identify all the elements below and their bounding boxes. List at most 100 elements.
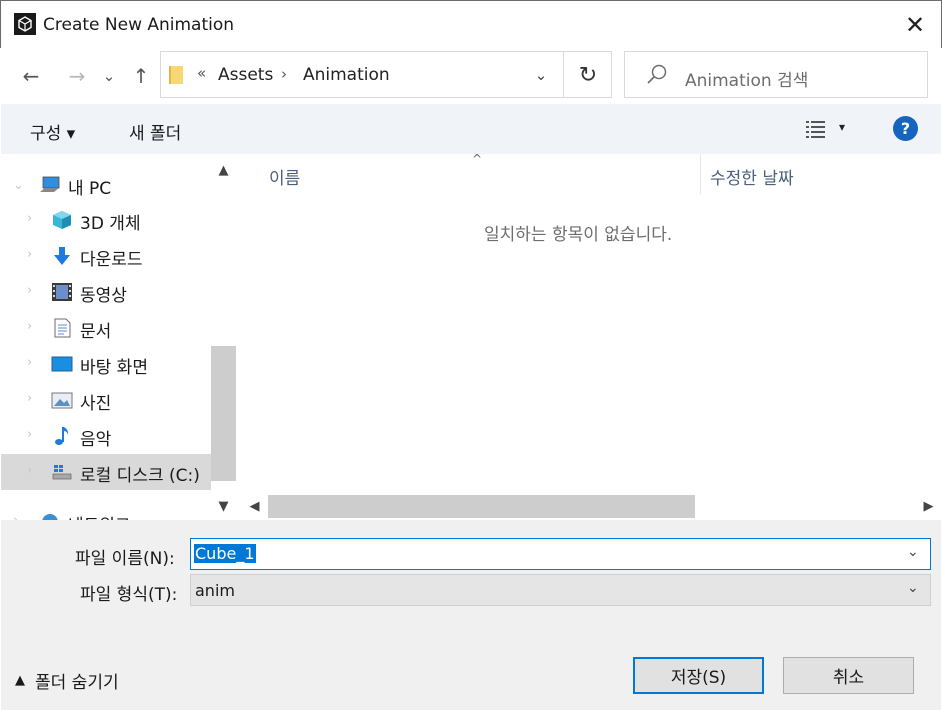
help-icon[interactable]: ? — [893, 116, 918, 141]
breadcrumb-separator-icon[interactable]: › — [281, 65, 287, 83]
network-icon — [42, 514, 58, 520]
music-icon — [55, 427, 69, 445]
sidebar-item-label: 음악 — [80, 430, 112, 450]
vertical-scrollbar[interactable]: ▲ ▼ — [211, 154, 236, 520]
file-list[interactable]: ^ 이름 수정한 날짜 일치하는 항목이 없습니다. ◀ ▶ — [236, 152, 941, 520]
sidebar-item-videos[interactable]: › 동영상 — [1, 274, 211, 310]
filetype-label: 파일 형식(T): — [80, 585, 178, 605]
divider — [563, 52, 564, 97]
scroll-left-icon[interactable]: ◀ — [242, 494, 267, 519]
navigation-pane: ⌄ 내 PC › 3D 개체 › 다운로드 › 동영상 › 문서 › 바탕 화면… — [1, 154, 236, 520]
breadcrumb-assets[interactable]: Assets — [218, 65, 273, 85]
title-bar: Create New Animation ✕ — [0, 0, 942, 48]
expand-chevron-icon[interactable]: › — [27, 463, 32, 478]
search-placeholder[interactable]: Animation 검색 — [685, 66, 808, 91]
sidebar-item-3d-objects[interactable]: › 3D 개체 — [1, 202, 211, 238]
horizontal-scrollbar[interactable]: ◀ ▶ — [242, 494, 941, 519]
address-dropdown-button[interactable]: ⌄ — [525, 58, 557, 92]
forward-arrow-icon: → — [68, 64, 86, 88]
sidebar-item-label: 내 PC — [68, 179, 112, 199]
sidebar-item-local-disk[interactable]: › 로컬 디스크 (C:) — [1, 454, 211, 490]
scroll-right-icon[interactable]: ▶ — [916, 494, 941, 519]
expand-chevron-icon[interactable]: › — [27, 211, 32, 226]
back-button[interactable]: ← — [16, 60, 46, 92]
column-divider[interactable] — [700, 154, 701, 194]
save-button[interactable]: 저장(S) — [633, 657, 764, 694]
expand-chevron-icon[interactable]: › — [27, 247, 32, 262]
pictures-icon — [51, 392, 73, 409]
expand-chevron-icon[interactable]: › — [13, 513, 18, 520]
chevron-down-icon[interactable]: ⌄ — [907, 580, 919, 596]
close-button[interactable]: ✕ — [896, 9, 934, 41]
document-icon — [54, 318, 71, 338]
view-details-icon[interactable] — [804, 118, 828, 140]
column-header-name[interactable]: 이름 — [269, 164, 300, 189]
filename-label: 파일 이름(N): — [75, 549, 175, 569]
empty-message: 일치하는 항목이 없습니다. — [484, 225, 673, 245]
command-bar: 구성 ▾ 새 폴더 ▾ ? — [1, 104, 941, 154]
filetype-value: anim — [195, 581, 235, 600]
close-icon: ✕ — [904, 11, 926, 39]
scroll-down-icon[interactable]: ▼ — [211, 494, 236, 518]
sidebar-item-documents[interactable]: › 문서 — [1, 310, 211, 346]
search-icon — [647, 64, 667, 84]
expand-chevron-icon[interactable]: › — [27, 427, 32, 442]
hide-folders-label: 폴더 숨기기 — [35, 673, 119, 693]
expand-chevron-icon[interactable]: ⌄ — [13, 178, 24, 193]
expand-chevron-icon[interactable]: › — [27, 355, 32, 370]
search-box[interactable]: Animation 검색 — [624, 51, 928, 98]
sidebar-item-music[interactable]: › 음악 — [1, 418, 211, 454]
cube-3d-icon — [53, 211, 71, 229]
forward-button[interactable]: → — [62, 60, 92, 92]
sidebar-item-label: 네트워크 — [68, 511, 131, 520]
breadcrumb-overflow[interactable]: « — [197, 64, 206, 82]
sidebar-item-label: 다운로드 — [80, 250, 143, 270]
back-arrow-icon: ← — [22, 64, 40, 88]
refresh-button[interactable]: ↻ — [569, 58, 607, 92]
pc-icon — [40, 176, 60, 192]
chevron-down-icon[interactable]: ⌄ — [907, 544, 919, 560]
scroll-thumb[interactable] — [268, 495, 695, 518]
save-form: 파일 이름(N): Cube_1 ⌄ 파일 형식(T): anim ⌄ ▲ 폴더… — [1, 520, 941, 710]
sidebar-item-label: 바탕 화면 — [80, 358, 148, 378]
expand-chevron-icon[interactable]: › — [27, 391, 32, 406]
download-icon — [54, 247, 70, 265]
refresh-icon: ↻ — [578, 62, 598, 88]
scroll-up-icon[interactable]: ▲ — [211, 158, 236, 182]
video-icon — [52, 283, 72, 301]
unity-app-icon — [14, 13, 36, 35]
expand-chevron-icon[interactable]: › — [27, 319, 32, 334]
sidebar-item-network[interactable]: › 네트워크 — [1, 504, 211, 520]
recent-locations-button[interactable]: ⌄ — [96, 60, 122, 92]
sidebar-item-desktop[interactable]: › 바탕 화면 — [1, 346, 211, 382]
filetype-select[interactable]: anim ⌄ — [190, 574, 931, 606]
hide-folders-button[interactable]: ▲ 폴더 숨기기 — [15, 668, 119, 693]
up-button[interactable]: ↑ — [126, 60, 156, 92]
scroll-thumb[interactable] — [211, 346, 236, 481]
expand-chevron-icon[interactable]: › — [27, 283, 32, 298]
desktop-icon — [51, 356, 73, 372]
filename-value[interactable]: Cube_1 — [194, 544, 256, 563]
view-dropdown-icon[interactable]: ▾ — [839, 120, 845, 134]
up-arrow-icon: ↑ — [132, 64, 150, 88]
sort-ascending-icon: ^ — [472, 152, 483, 166]
column-header-date-modified[interactable]: 수정한 날짜 — [710, 164, 794, 189]
filename-input[interactable]: Cube_1 ⌄ — [190, 538, 931, 570]
drive-icon — [52, 465, 72, 480]
sidebar-item-label: 동영상 — [80, 286, 127, 306]
sidebar-item-pictures[interactable]: › 사진 — [1, 382, 211, 418]
sidebar-item-label: 사진 — [80, 394, 112, 414]
breadcrumb-animation[interactable]: Animation — [303, 65, 390, 85]
chevron-down-icon: ⌄ — [102, 67, 116, 85]
organize-menu-button[interactable]: 구성 ▾ — [30, 119, 75, 144]
sidebar-item-this-pc[interactable]: ⌄ 내 PC — [1, 167, 211, 203]
collapse-up-icon: ▲ — [15, 673, 25, 688]
cancel-button[interactable]: 취소 — [783, 657, 914, 694]
window-title: Create New Animation — [43, 15, 235, 35]
sidebar-item-label: 3D 개체 — [80, 214, 141, 234]
sidebar-item-label: 문서 — [80, 322, 112, 342]
address-bar[interactable]: « Assets › Animation ⌄ ↻ — [160, 51, 612, 98]
chevron-down-icon: ⌄ — [534, 66, 548, 84]
new-folder-button[interactable]: 새 폴더 — [129, 119, 181, 144]
sidebar-item-downloads[interactable]: › 다운로드 — [1, 238, 211, 274]
